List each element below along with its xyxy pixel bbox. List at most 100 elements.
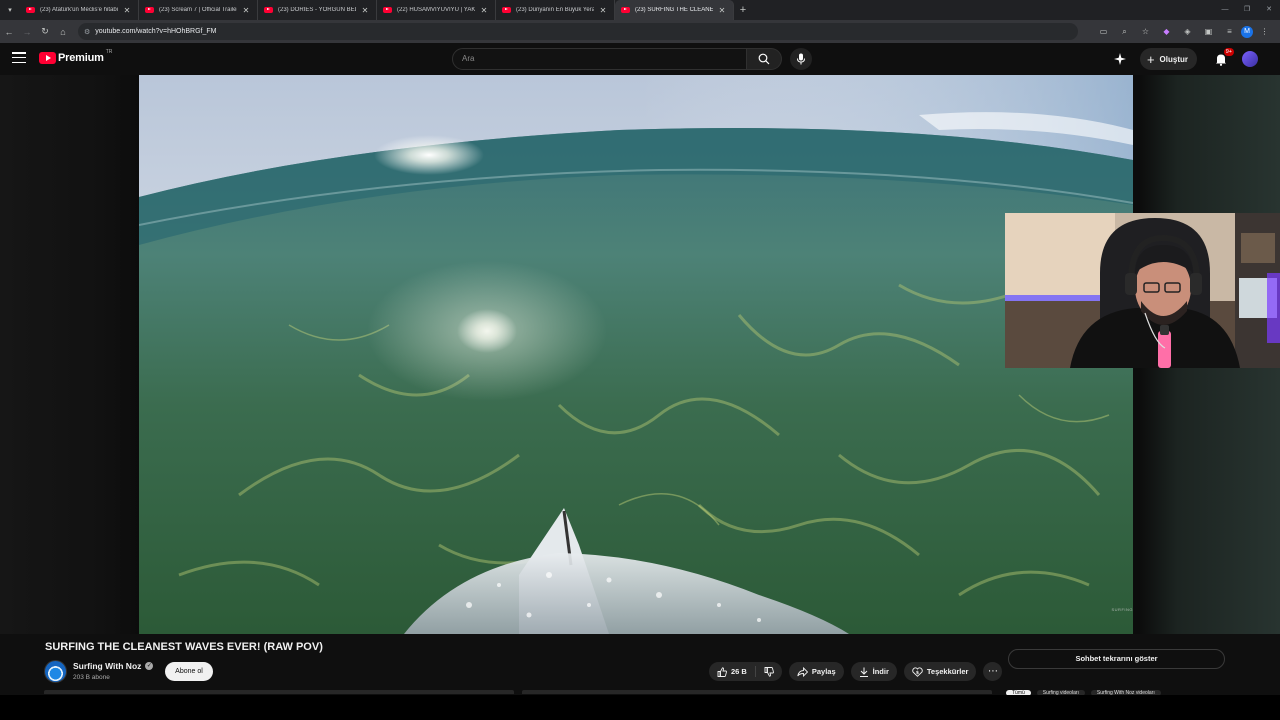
comments-box-edge [522,690,992,694]
media-control-icon[interactable]: ≡ [1220,22,1239,41]
extension-purple-icon[interactable]: ◆ [1157,22,1176,41]
youtube-header: Premium TR Ara + Oluştur 9+ [0,43,1280,75]
browser-tab[interactable]: (23) Scream 7 | Official Trailer | ✕ [139,0,258,20]
youtube-favicon-icon [621,7,630,13]
header-actions: + Oluştur 9+ [1108,47,1258,71]
notifications-button[interactable]: 9+ [1209,47,1234,71]
browser-tab-active[interactable]: (23) SURFING THE CLEANEST W ✕ [615,0,734,20]
address-bar[interactable]: ⚙ youtube.com/watch?v=hHOhBRGf_FM [78,23,1078,40]
create-button[interactable]: + Oluştur [1139,48,1197,70]
channel-name[interactable]: Surfing With Noz [73,661,141,671]
extension-icons: ▭ ⌕ ☆ ◆ ◈ ▣ ≡ M ⋮ [1094,20,1274,43]
browser-tab-strip: ▾ (23) Atatürk'ün Meclis'e hitabı ✕ (23)… [0,0,1280,20]
video-frame-surf-pov [139,75,1133,634]
tab-close-icon[interactable]: ✕ [122,6,132,15]
browser-tab[interactable]: (23) DORİES - YORGUN BEDEN ✕ [258,0,377,20]
tab-title: (23) Scream 7 | Official Trailer | [159,7,237,13]
create-label: Oluştur [1159,54,1188,64]
youtube-favicon-icon [145,7,154,13]
notification-badge: 9+ [1223,48,1234,56]
partially-visible-row: Tümü Surfing videoları Surfing With Noz … [44,690,1280,696]
tab-search-chevron-icon[interactable]: ▾ [0,0,20,20]
browser-tab[interactable]: (22) HUSAMVIYUVIYU | YAKIŞI ✕ [377,0,496,20]
voice-search-button[interactable] [790,48,812,70]
microphone-icon [797,53,805,65]
description-box-edge [44,690,514,694]
plus-icon: + [1146,51,1155,67]
window-controls: — ❐ ✕ [1214,0,1280,20]
tab-close-icon[interactable]: ✕ [598,6,608,15]
new-tab-icon[interactable]: + [734,4,752,16]
minimize-icon[interactable]: — [1214,0,1236,20]
channel-name-row[interactable]: Surfing With Noz ✓ [73,661,154,671]
tab-close-icon[interactable]: ✕ [360,6,370,15]
subscribe-button[interactable]: Abone ol [165,662,213,681]
reload-icon[interactable]: ↻ [36,23,54,41]
youtube-premium-logo[interactable]: Premium TR [39,49,113,64]
channel-avatar[interactable] [44,660,67,683]
youtube-favicon-icon [502,7,511,13]
super-thanks-icon: $ [912,666,923,677]
thanks-button[interactable]: $ Teşekkürler [903,662,977,681]
profile-avatar[interactable]: M [1241,25,1253,38]
dislike-button[interactable] [756,662,782,681]
restore-icon[interactable]: ❐ [1236,0,1258,20]
back-icon[interactable]: ← [0,23,18,41]
tab-close-icon[interactable]: ✕ [479,6,489,15]
forward-icon[interactable]: → [18,23,36,41]
tab-close-icon[interactable]: ✕ [241,6,251,15]
video-player[interactable]: SURFING [139,75,1133,634]
browser-menu-icon[interactable]: ⋮ [1255,22,1274,41]
search-input[interactable]: Ara [452,48,747,70]
extension-diamond-icon[interactable]: ◈ [1178,22,1197,41]
youtube-favicon-icon [26,7,35,13]
thumbs-down-icon [764,666,774,677]
zoom-icon[interactable]: ⌕ [1115,22,1134,41]
download-label: İndir [872,667,889,676]
tab-title: (23) Atatürk'ün Meclis'e hitabı [40,7,118,13]
share-label: Paylaş [811,667,836,676]
browser-tab[interactable]: (23) Dünyanın En Büyük Yeraltı ✕ [496,0,615,20]
sparkle-icon [1113,53,1126,65]
search-button[interactable] [747,48,782,70]
country-code: TR [105,49,113,55]
share-button[interactable]: Paylaş [788,662,844,681]
youtube-favicon-icon [264,7,273,13]
browser-toolbar: ← → ↻ ⌂ ⚙ youtube.com/watch?v=hHOhBRGf_F… [0,20,1280,43]
menu-icon[interactable] [12,52,26,64]
video-actions: 26 B Paylaş İndir $ Teşekkürler ⋯ [709,662,1003,681]
show-chat-replay-button[interactable]: Sohbet tekrarını göster [1008,649,1225,669]
account-avatar[interactable] [1242,51,1258,67]
thumbs-up-icon [717,666,727,677]
ai-sparkle-button[interactable] [1108,47,1132,71]
more-actions-icon[interactable]: ⋯ [983,662,1003,681]
like-dislike-group: 26 B [709,662,782,681]
svg-text:$: $ [916,669,919,675]
youtube-favicon-icon [383,7,392,13]
site-info-icon[interactable]: ⚙ [84,28,90,36]
logo-text: Premium [58,52,104,64]
like-count: 26 B [731,667,747,676]
home-icon[interactable]: ⌂ [54,23,72,41]
tab-title: (23) Dünyanın En Büyük Yeraltı [516,7,594,13]
close-window-icon[interactable]: ✕ [1258,0,1280,20]
subscriber-count: 203 B abone [73,674,110,681]
streamer-webcam-overlay [1005,213,1280,368]
taskbar-strip [0,695,1280,720]
verified-check-icon: ✓ [145,662,154,670]
tab-title: (23) DORİES - YORGUN BEDEN [278,7,356,13]
like-button[interactable]: 26 B [709,662,755,681]
browser-tab[interactable]: (23) Atatürk'ün Meclis'e hitabı ✕ [20,0,139,20]
download-button[interactable]: İndir [850,662,897,681]
video-title: SURFING THE CLEANEST WAVES EVER! (RAW PO… [45,641,323,653]
search-icon [758,53,770,65]
cast-screen-icon[interactable]: ▭ [1094,22,1113,41]
tab-close-icon[interactable]: ✕ [717,6,727,15]
extensions-puzzle-icon[interactable]: ▣ [1199,22,1218,41]
tab-title: (22) HUSAMVIYUVIYU | YAKIŞI [397,7,475,13]
bookmark-star-icon[interactable]: ☆ [1136,22,1155,41]
url-text: youtube.com/watch?v=hHOhBRGf_FM [95,28,217,35]
video-watermark: SURFING [1111,607,1133,612]
share-arrow-icon [797,666,808,677]
webcam-image [1005,213,1280,368]
